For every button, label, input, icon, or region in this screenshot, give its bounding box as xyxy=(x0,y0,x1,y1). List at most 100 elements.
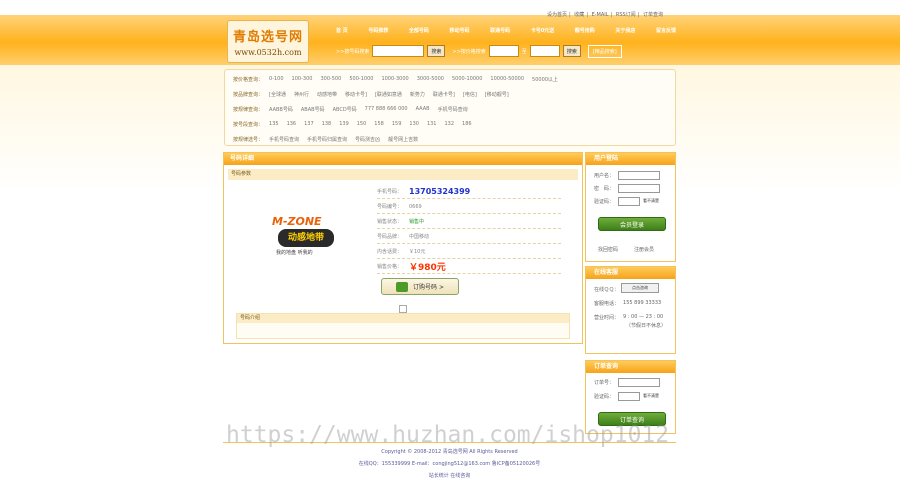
hours-note: （节假日不休息） xyxy=(626,322,667,329)
order-number-button[interactable]: 订购号码 > xyxy=(381,278,459,295)
filter-item[interactable]: 手机号码归属查询 xyxy=(307,136,347,143)
filter-item[interactable]: 131 xyxy=(427,121,437,127)
filter-item[interactable]: 动感地带 xyxy=(317,91,337,98)
filter-item[interactable]: 移动卡号] xyxy=(345,91,367,98)
filter-item[interactable]: 联通卡号] xyxy=(433,91,455,98)
filter-label: 按规律选号： xyxy=(233,136,264,143)
mzone-brand-logo: M-ZONE 动感地带 我的地盘 听我的 xyxy=(272,215,342,273)
logo-title: 青岛选号网 xyxy=(232,30,303,45)
filter-row-pattern: 按规律查询： AABB号码 ABAB号码 ABCD号码 777 888 666 … xyxy=(233,102,476,116)
filter-item[interactable]: 135 xyxy=(269,121,279,127)
filter-item[interactable]: ABCD号码 xyxy=(333,106,357,113)
filter-item[interactable]: 136 xyxy=(287,121,297,127)
filter-item[interactable]: 5000-10000 xyxy=(452,76,482,82)
filter-item[interactable]: 138 xyxy=(322,121,332,127)
nav-all-numbers[interactable]: 全部号码 xyxy=(409,27,429,34)
filter-item[interactable]: 137 xyxy=(304,121,314,127)
top-link-favorite[interactable]: 收藏 xyxy=(574,12,584,18)
footer-copyright: Copyright © 2008-2012 青岛选号网 All Rights R… xyxy=(381,449,518,455)
filter-item[interactable]: AABB号码 xyxy=(269,106,293,113)
nav-home[interactable]: 首 页 xyxy=(336,27,348,34)
hours-note-row: （节假日不休息） xyxy=(626,320,666,330)
order-code-row: 验证码： 看不清楚 xyxy=(594,391,659,401)
filter-item[interactable]: 139 xyxy=(339,121,349,127)
nav-free-card[interactable]: 卡号0元送 xyxy=(531,27,554,34)
filter-item[interactable]: 新势力 xyxy=(410,91,425,98)
number-search-button[interactable]: 搜索 xyxy=(427,45,446,57)
filter-item[interactable]: 神州行 xyxy=(294,91,309,98)
filter-item[interactable]: [全球通 xyxy=(269,91,286,98)
price-search-button[interactable]: 搜索 xyxy=(562,45,581,57)
filter-item[interactable]: [电信] xyxy=(463,91,477,98)
top-links: 设为首页 | 收藏 | E-MAIL | RSS订阅 | 订单查询 xyxy=(547,12,663,18)
filter-item[interactable]: 300-500 xyxy=(320,76,341,82)
forgot-password-link[interactable]: 找回密码 xyxy=(598,246,618,253)
filter-item[interactable]: 159 xyxy=(392,121,402,127)
detail-key: 销售状态： xyxy=(377,219,403,225)
qq-label: 在线ＱＱ： xyxy=(594,286,620,293)
username-input[interactable] xyxy=(618,170,661,180)
detail-key: 内含话费： xyxy=(377,249,403,255)
nav-feedback[interactable]: 留言反馈 xyxy=(656,27,676,34)
order-code-image[interactable]: 看不清楚 xyxy=(643,393,659,399)
search-by-number-label: >>按号码搜索 xyxy=(336,48,370,55)
nav-flash-sale[interactable]: 靓号抢购 xyxy=(575,27,595,34)
nav-unicom[interactable]: 联通号码 xyxy=(490,27,510,34)
top-link-order-query[interactable]: 订单查询 xyxy=(643,12,663,18)
filter-item[interactable]: [移动靓号] xyxy=(485,91,509,98)
filter-item[interactable]: 0-100 xyxy=(269,76,284,82)
filter-item[interactable]: [联通如意通 xyxy=(375,91,402,98)
filter-item[interactable]: 50000以上 xyxy=(532,76,558,83)
order-number-input[interactable] xyxy=(618,377,661,387)
detail-key: 号码编号： xyxy=(377,204,403,210)
detail-value: 中国移动 xyxy=(409,234,430,240)
mzone-logo-cn: 动感地带 xyxy=(278,229,334,247)
filter-item[interactable]: 130 xyxy=(409,121,419,127)
qq-chat-badge[interactable]: 点击咨询 xyxy=(621,283,659,293)
filter-item[interactable]: 手机号码查询 xyxy=(269,136,299,143)
filter-item[interactable]: 靓号网上吉数 xyxy=(388,136,418,143)
password-input[interactable] xyxy=(618,183,661,193)
phone-label: 客服电话： xyxy=(594,300,620,307)
advanced-search-button[interactable]: [精品搜索] xyxy=(587,44,622,58)
filter-item[interactable]: 3000-5000 xyxy=(417,76,444,82)
top-link-email[interactable]: E-MAIL xyxy=(592,12,609,18)
filter-item[interactable]: 号码测吉凶 xyxy=(355,136,380,143)
nav-mobile[interactable]: 移动号码 xyxy=(450,27,470,34)
filter-item[interactable]: 132 xyxy=(444,121,454,127)
filter-item[interactable]: 777 888 666 000 xyxy=(365,106,408,112)
site-logo[interactable]: 青岛选号网 www.0532h.com xyxy=(227,20,309,63)
nav-about[interactable]: 关于我店 xyxy=(615,27,635,34)
filter-item[interactable]: AAAB xyxy=(416,106,430,112)
number-search-input[interactable] xyxy=(372,45,425,57)
filter-item[interactable]: 1000-3000 xyxy=(381,76,408,82)
top-link-homepage[interactable]: 设为首页 xyxy=(547,12,567,18)
detail-key: 号码品牌： xyxy=(377,234,403,240)
filter-item[interactable]: 186 xyxy=(462,121,472,127)
password-label: 密 码： xyxy=(594,185,615,192)
filter-label: 按规律查询： xyxy=(233,106,264,113)
login-panel: 用户登陆 用户名： 密 码： 验证码： 看不清楚 会员登录 找回密码 注册会员 xyxy=(585,152,676,262)
filter-item[interactable]: 10000-50000 xyxy=(490,76,524,82)
order-code-input[interactable] xyxy=(618,391,641,401)
filter-item[interactable]: ABAB号码 xyxy=(301,106,325,113)
register-link[interactable]: 注册会员 xyxy=(634,246,654,253)
cart-icon xyxy=(396,281,409,292)
member-login-button[interactable]: 会员登录 xyxy=(598,217,666,231)
top-link-rss[interactable]: RSS订阅 xyxy=(616,12,636,18)
filter-item[interactable]: 500-1000 xyxy=(349,76,373,82)
footer-links[interactable]: 站长统计 在线咨询 xyxy=(223,472,676,479)
nav-recommend[interactable]: 号码推荐 xyxy=(368,27,388,34)
login-code-image[interactable]: 看不清楚 xyxy=(643,198,659,204)
order-button-label: 订购号码 > xyxy=(413,284,444,291)
filter-item[interactable]: 150 xyxy=(357,121,367,127)
price-min-input[interactable] xyxy=(488,45,519,57)
filter-label: 按品牌查询： xyxy=(233,91,264,98)
filter-item[interactable]: 100-300 xyxy=(292,76,313,82)
filter-item[interactable]: 手机号码查询 xyxy=(438,106,468,113)
login-code-input[interactable] xyxy=(618,196,641,206)
filter-item[interactable]: 158 xyxy=(374,121,384,127)
price-max-input[interactable] xyxy=(529,45,560,57)
filter-row-price: 按价格查询： 0-100 100-300 300-500 500-1000 10… xyxy=(233,72,566,86)
password-row: 密 码： xyxy=(594,183,661,193)
